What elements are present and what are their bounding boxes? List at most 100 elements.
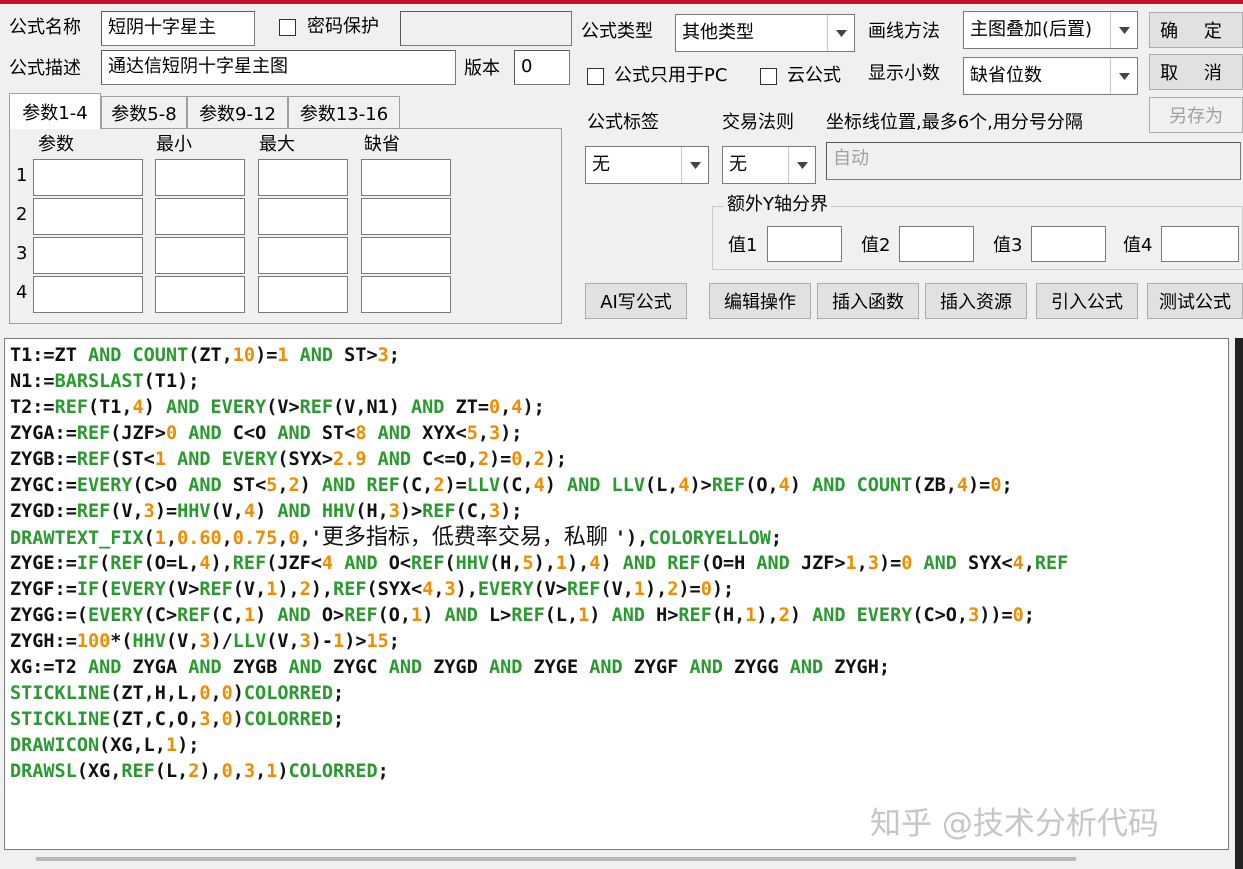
code-text: (JZF> (110, 423, 166, 444)
code-number: 15 (366, 631, 389, 652)
code-keyword: AND (488, 657, 523, 678)
code-text: ) (232, 683, 244, 704)
y-value-1-input[interactable] (767, 226, 842, 262)
param-name-input-2[interactable] (33, 198, 143, 235)
code-keyword: DRAWSL (10, 761, 77, 782)
param-max-input-4[interactable] (258, 276, 348, 313)
chevron-down-icon (681, 147, 708, 183)
code-text: )= (878, 553, 902, 574)
code-keyword: REF (76, 423, 111, 444)
param-min-input-2[interactable] (155, 198, 245, 235)
insert-function-button[interactable]: 插入函数 (817, 283, 919, 319)
code-text: (SYX< (366, 579, 423, 600)
code-text: ), (455, 579, 478, 600)
code-text: (C>O (132, 475, 189, 496)
code-line: T2:=REF(T1,4) AND EVERY(V>REF(V,N1) AND … (10, 395, 1068, 421)
code-number: 0 (199, 683, 211, 704)
tab-params-1-4[interactable]: 参数1-4 (9, 93, 101, 129)
test-formula-button[interactable]: 测试公式 (1147, 283, 1243, 319)
code-text: ( (99, 553, 111, 574)
code-number: 0 (489, 397, 501, 418)
version-input[interactable]: 0 (514, 50, 570, 85)
edit-operations-button[interactable]: 编辑操作 (709, 283, 811, 319)
code-number: 4 (422, 579, 434, 600)
formula-tag-select[interactable]: 无 (585, 146, 709, 184)
code-text: ZYGC:= (10, 475, 77, 496)
decimals-select[interactable]: 缺省位数 (963, 57, 1138, 95)
code-text: , (232, 761, 244, 782)
param-default-input-2[interactable] (361, 198, 451, 235)
param-default-input-4[interactable] (361, 276, 451, 313)
trade-rule-label: 交易法则 (722, 112, 794, 133)
code-text: ; (377, 761, 389, 782)
param-name-input-3[interactable] (33, 237, 143, 274)
code-text: ), (533, 553, 556, 574)
cloud-formula-checkbox[interactable] (760, 68, 777, 85)
code-keyword: REF (121, 761, 155, 782)
code-text: ZYGF:= (10, 579, 77, 600)
code-text: ); (500, 423, 523, 444)
code-text: (V, (266, 631, 300, 652)
formula-code-editor[interactable]: T1:=ZT AND COUNT(ZT,10)=1 AND ST>3; N1:=B… (4, 338, 1229, 850)
save-as-button[interactable]: 另存为 (1149, 97, 1243, 133)
code-text: (C>O, (912, 605, 969, 626)
tab-params-9-12[interactable]: 参数9-12 (187, 96, 288, 129)
param-name-input-4[interactable] (33, 276, 143, 313)
param-max-input-1[interactable] (258, 159, 348, 196)
code-number: 0 (221, 683, 233, 704)
insert-resource-button[interactable]: 插入资源 (925, 283, 1027, 319)
code-number: 2 (667, 579, 679, 600)
code-keyword: AND (444, 605, 478, 626)
y-value-2-input[interactable] (899, 226, 974, 262)
draw-method-select[interactable]: 主图叠加(后置) (963, 11, 1138, 49)
code-number: 3 (444, 579, 456, 600)
ai-write-formula-button[interactable]: AI写公式 (585, 283, 687, 319)
horizontal-scrollbar[interactable] (36, 857, 1076, 861)
ok-button[interactable]: 确 定 (1149, 12, 1243, 48)
edit-operations-label: 编辑操作 (724, 292, 796, 313)
code-text: ZYGF (622, 657, 690, 678)
code-number: 3 (299, 631, 311, 652)
code-text: )> (399, 501, 423, 522)
password-input[interactable] (400, 11, 572, 46)
code-text: ), (756, 605, 779, 626)
param-default-input-1[interactable] (361, 159, 451, 196)
code-keyword: LLV (232, 631, 267, 652)
code-text: , (433, 579, 445, 600)
y-value-4-input[interactable] (1161, 226, 1239, 262)
formula-desc-input[interactable]: 通达信短阴十字星主图 (101, 50, 456, 85)
param-min-input-1[interactable] (155, 159, 245, 196)
param-header-default: 缺省 (364, 134, 400, 155)
code-text: C<=O, (411, 449, 478, 470)
param-default-input-3[interactable] (361, 237, 451, 274)
formula-type-select[interactable]: 其他类型 (675, 14, 855, 52)
password-protect-checkbox[interactable] (279, 19, 296, 36)
pc-only-checkbox[interactable] (587, 68, 604, 85)
formula-type-value: 其他类型 (682, 22, 754, 43)
param-min-input-4[interactable] (155, 276, 245, 313)
param-min-input-3[interactable] (155, 237, 245, 274)
code-text: ) (143, 397, 166, 418)
formula-name-input[interactable]: 短阴十字星主 (101, 11, 255, 46)
code-number: 1 (277, 345, 289, 366)
code-number: 5 (466, 423, 478, 444)
y-value-3-input[interactable] (1031, 226, 1106, 262)
tab-params-13-16[interactable]: 参数13-16 (288, 96, 400, 129)
cancel-button[interactable]: 取 消 (1149, 54, 1243, 90)
code-line: DRAWICON(XG,L,1); (10, 733, 1068, 759)
tab-params-5-8[interactable]: 参数5-8 (101, 96, 187, 129)
param-max-input-3[interactable] (258, 237, 348, 274)
code-text: (H, (355, 501, 389, 522)
code-text: ) (277, 761, 289, 782)
import-formula-button[interactable]: 引入公式 (1036, 283, 1138, 319)
trade-rule-select[interactable]: 无 (722, 146, 816, 184)
param-name-input-1[interactable] (33, 159, 143, 196)
tab-label: 参数13-16 (299, 104, 389, 125)
param-max-input-2[interactable] (258, 198, 348, 235)
code-number: 0.75 (232, 528, 278, 549)
code-text: (V> (266, 397, 300, 418)
code-text: )= (444, 475, 467, 496)
code-number: 1 (578, 605, 590, 626)
coord-lines-input[interactable]: 自动 (826, 142, 1241, 180)
